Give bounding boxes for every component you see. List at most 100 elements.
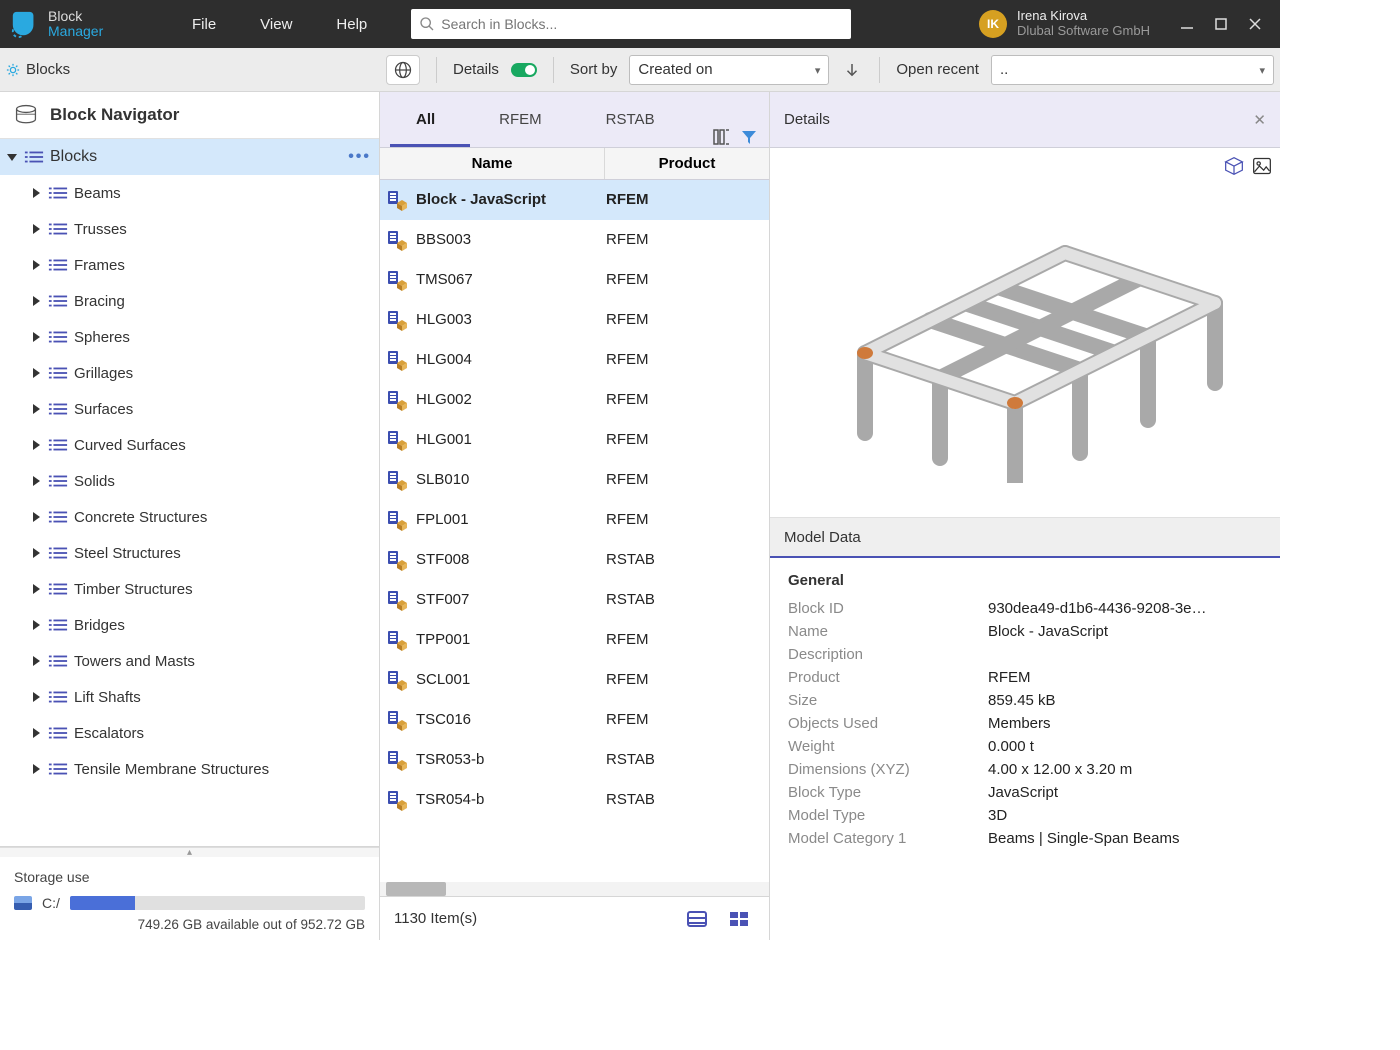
tree-item[interactable]: Curved Surfaces [0, 427, 379, 463]
close-icon[interactable]: ✕ [1253, 111, 1266, 129]
search-box[interactable] [411, 9, 851, 39]
category-tree[interactable]: Blocks ••• Beams Trusses Frames Bracing … [0, 139, 379, 847]
expand-icon[interactable] [30, 295, 42, 307]
table-row[interactable]: STF007 RSTAB [380, 580, 769, 620]
chevron-down-icon [1259, 61, 1265, 78]
tree-item[interactable]: Tensile Membrane Structures [0, 751, 379, 787]
cube-icon[interactable] [1224, 156, 1244, 176]
expand-icon[interactable] [30, 259, 42, 271]
expand-icon[interactable] [30, 691, 42, 703]
tab-rstab[interactable]: RSTAB [574, 91, 687, 147]
sort-select[interactable]: Created on [629, 55, 829, 85]
menu-view[interactable]: View [242, 0, 310, 48]
expand-icon[interactable] [30, 187, 42, 199]
view-list-button[interactable] [681, 905, 713, 933]
tree-item[interactable]: Bracing [0, 283, 379, 319]
expand-icon[interactable] [30, 727, 42, 739]
tree-item[interactable]: Trusses [0, 211, 379, 247]
table-row[interactable]: TPP001 RFEM [380, 620, 769, 660]
resize-handle[interactable]: ▴ [0, 847, 379, 857]
tree-item[interactable]: Surfaces [0, 391, 379, 427]
details-toggle-label: Details [453, 61, 499, 78]
table-row[interactable]: STF008 RSTAB [380, 540, 769, 580]
user-panel[interactable]: IK Irena Kirova Dlubal Software GmbH [967, 0, 1162, 48]
horizontal-scrollbar[interactable] [380, 882, 769, 896]
expand-icon[interactable] [30, 547, 42, 559]
expand-icon[interactable] [6, 151, 18, 163]
expand-icon[interactable] [30, 331, 42, 343]
image-icon[interactable] [1252, 156, 1272, 176]
property-key: Name [788, 623, 988, 640]
expand-icon[interactable] [30, 223, 42, 235]
property-row: Description [788, 643, 1262, 666]
model-preview[interactable] [770, 148, 1280, 518]
table-row[interactable]: HLG001 RFEM [380, 420, 769, 460]
expand-icon[interactable] [30, 763, 42, 775]
table-row[interactable]: Block - JavaScript RFEM [380, 180, 769, 220]
block-icon [386, 389, 408, 411]
tab-all[interactable]: All [384, 91, 467, 147]
sort-direction-button[interactable] [841, 59, 863, 81]
expand-icon[interactable] [30, 583, 42, 595]
tree-item[interactable]: Bridges [0, 607, 379, 643]
menu-file[interactable]: File [170, 0, 238, 48]
property-row: Model Category 1 Beams | Single-Span Bea… [788, 827, 1262, 850]
block-icon [386, 709, 408, 731]
table-row[interactable]: FPL001 RFEM [380, 500, 769, 540]
tree-item[interactable]: Solids [0, 463, 379, 499]
tree-item[interactable]: Steel Structures [0, 535, 379, 571]
tree-root-blocks[interactable]: Blocks ••• [0, 139, 379, 175]
tree-item[interactable]: Concrete Structures [0, 499, 379, 535]
view-grid-button[interactable] [723, 905, 755, 933]
expand-icon[interactable] [30, 511, 42, 523]
property-row: Objects Used Members [788, 712, 1262, 735]
column-name[interactable]: Name [380, 148, 605, 179]
block-icon [386, 349, 408, 371]
block-icon [386, 309, 408, 331]
expand-icon[interactable] [30, 619, 42, 631]
block-rows[interactable]: Block - JavaScript RFEM BBS003 RFEM TMS0… [380, 180, 769, 882]
tree-item[interactable]: Timber Structures [0, 571, 379, 607]
details-panel: Details ✕ [770, 92, 1280, 940]
list-icon [48, 510, 68, 524]
tab-rfem[interactable]: RFEM [467, 91, 574, 147]
expand-icon[interactable] [30, 403, 42, 415]
table-row[interactable]: SLB010 RFEM [380, 460, 769, 500]
tree-item[interactable]: Towers and Masts [0, 643, 379, 679]
table-row[interactable]: TSR053-b RSTAB [380, 740, 769, 780]
close-button[interactable] [1246, 15, 1264, 33]
expand-icon[interactable] [30, 655, 42, 667]
tree-item[interactable]: Escalators [0, 715, 379, 751]
search-input[interactable] [441, 16, 843, 32]
tree-item-label: Curved Surfaces [74, 437, 186, 454]
open-recent-select[interactable]: .. [991, 55, 1274, 85]
tree-item[interactable]: Grillages [0, 355, 379, 391]
table-row[interactable]: TSR054-b RSTAB [380, 780, 769, 820]
expand-icon[interactable] [30, 367, 42, 379]
table-row[interactable]: TSC016 RFEM [380, 700, 769, 740]
breadcrumb[interactable]: Blocks [6, 61, 70, 78]
minimize-button[interactable] [1178, 15, 1196, 33]
menu-help[interactable]: Help [314, 0, 389, 48]
table-row[interactable]: TMS067 RFEM [380, 260, 769, 300]
table-row[interactable]: SCL001 RFEM [380, 660, 769, 700]
table-row[interactable]: HLG002 RFEM [380, 380, 769, 420]
column-product[interactable]: Product [605, 148, 769, 179]
more-icon[interactable]: ••• [348, 148, 371, 166]
filter-icon[interactable] [739, 127, 759, 147]
maximize-button[interactable] [1212, 15, 1230, 33]
row-name: TMS067 [416, 271, 606, 288]
tree-item[interactable]: Spheres [0, 319, 379, 355]
table-row[interactable]: BBS003 RFEM [380, 220, 769, 260]
tree-item[interactable]: Lift Shafts [0, 679, 379, 715]
language-button[interactable] [386, 55, 420, 85]
tree-item[interactable]: Beams [0, 175, 379, 211]
table-row[interactable]: HLG004 RFEM [380, 340, 769, 380]
expand-icon[interactable] [30, 439, 42, 451]
expand-icon[interactable] [30, 475, 42, 487]
details-toggle[interactable] [511, 63, 537, 77]
tree-item[interactable]: Frames [0, 247, 379, 283]
sort-value: Created on [638, 61, 712, 78]
table-row[interactable]: HLG003 RFEM [380, 300, 769, 340]
columns-icon[interactable] [711, 127, 731, 147]
